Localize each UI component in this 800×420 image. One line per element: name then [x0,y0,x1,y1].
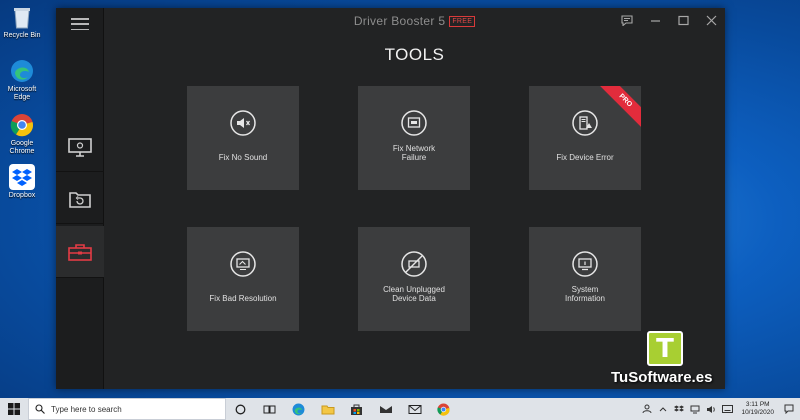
file-explorer-icon[interactable] [313,398,342,420]
windows-icon [8,403,20,415]
tool-label: Clean Unplugged Device Data [383,285,445,303]
desktop-icon-label: Microsoft Edge [7,86,37,101]
start-button[interactable] [0,398,28,420]
mail-icon[interactable] [400,398,429,420]
edge-taskbar-icon[interactable] [284,398,313,420]
pro-ribbon: PRO [591,86,641,135]
tool-label: Fix Device Error [556,153,614,162]
title-bar: Driver Booster 5 FREE [104,8,725,32]
tool-clean-unplugged-device-data[interactable]: Clean Unplugged Device Data [358,227,470,331]
keyboard-icon[interactable] [721,403,733,415]
desktop-icon-recycle-bin[interactable]: Recycle Bin [3,4,41,40]
chrome-icon [9,112,35,138]
desktop-icon-label: Dropbox [8,192,36,199]
device-error-icon [572,110,598,136]
system-tray: 3:11 PM 10/19/2020 [641,398,800,420]
tool-label: System Information [564,285,606,303]
desktop-icon-label: Google Chrome [9,140,35,155]
network-tray-icon[interactable] [689,403,701,415]
sidebar-item-tools[interactable] [56,226,104,278]
maximize-icon[interactable] [675,12,691,28]
chevron-up-icon[interactable] [657,403,669,415]
sidebar-item-action-center[interactable] [56,174,104,224]
tool-fix-no-sound[interactable]: Fix No Sound [187,86,299,190]
toolbox-icon [68,243,92,261]
dropbox-icon [9,164,35,190]
unplugged-device-icon [401,251,427,277]
menu-icon[interactable] [71,18,89,30]
desktop-icon-dropbox[interactable]: Dropbox [3,164,41,200]
task-view-icon[interactable] [255,398,284,420]
driver-booster-window: Driver Booster 5 FREE TOOLS Fix No Sound … [56,8,725,389]
clock-date: 10/19/2020 [741,409,774,416]
desktop-icon-chrome[interactable]: Google Chrome [3,112,41,156]
notifications-icon[interactable] [782,402,796,416]
tool-label: Fix No Sound [218,153,268,162]
page-title: TOOLS [384,45,445,64]
restore-icon [69,191,91,208]
tool-taskbar-icon[interactable] [371,398,400,420]
sidebar-item-scan[interactable] [56,122,104,172]
minimize-icon[interactable] [647,12,663,28]
free-badge: FREE [449,16,476,27]
taskbar: 3:11 PM 10/19/2020 [0,398,800,420]
chrome-taskbar-icon[interactable] [429,398,458,420]
edge-icon [9,58,35,84]
tool-fix-bad-resolution[interactable]: Fix Bad Resolution [187,227,299,331]
store-icon[interactable] [342,398,371,420]
search-input[interactable] [51,404,201,414]
speaker-mute-icon [230,110,256,136]
network-icon [401,110,427,136]
dropbox-tray-icon[interactable] [673,403,685,415]
search-icon [35,404,45,414]
cortana-icon[interactable] [226,398,255,420]
clock[interactable]: 3:11 PM 10/19/2020 [741,401,774,417]
tool-label: Fix Network Failure [392,144,436,162]
resolution-icon [230,251,256,277]
system-info-icon [572,251,598,277]
close-icon[interactable] [703,12,719,28]
desktop: Recycle Bin Microsoft Edge Google Chrome… [0,0,800,398]
watermark-badge: T [647,331,683,366]
tool-label: Fix Bad Resolution [209,294,277,303]
tool-fix-device-error[interactable]: PRO Fix Device Error [529,86,641,190]
taskbar-search[interactable] [28,398,226,420]
monitor-icon [68,137,92,157]
tool-fix-network-failure[interactable]: Fix Network Failure [358,86,470,190]
recycle-bin-icon [9,4,35,30]
sidebar [56,8,104,389]
people-icon[interactable] [641,403,653,415]
tool-system-information[interactable]: System Information [529,227,641,331]
feedback-icon[interactable] [619,12,635,28]
watermark-text: TuSoftware.es [611,369,713,386]
volume-icon[interactable] [705,403,717,415]
clock-time: 3:11 PM [745,401,770,408]
desktop-icon-label: Recycle Bin [3,32,41,39]
desktop-icon-edge[interactable]: Microsoft Edge [3,58,41,102]
app-title: Driver Booster 5 [353,14,446,28]
